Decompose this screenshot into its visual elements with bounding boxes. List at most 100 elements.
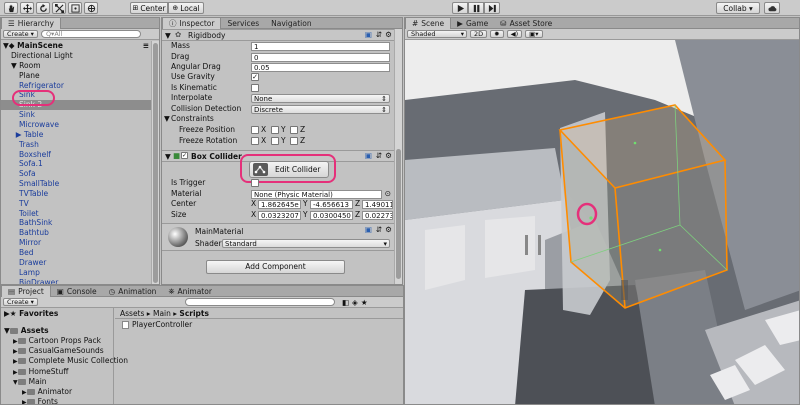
center-z-field[interactable]: 1.490116e [362, 200, 393, 209]
tab-scene[interactable]: # Scene [405, 18, 452, 29]
interpolate-dropdown[interactable]: None ⇕ [251, 94, 390, 103]
foldout-arrow-icon[interactable]: ▶ [22, 389, 27, 396]
audio-toggle[interactable]: ◀) [506, 30, 523, 38]
pause-button[interactable] [468, 2, 484, 14]
rect-tool-button[interactable] [68, 2, 82, 14]
freeze-position-z-checkbox[interactable] [290, 126, 298, 134]
collision-dropdown[interactable]: Discrete ⇕ [251, 104, 390, 114]
cloud-button[interactable] [764, 2, 780, 14]
freeze-position-y-checkbox[interactable] [271, 126, 279, 134]
tab-game[interactable]: ▶ Game [451, 18, 494, 29]
constraints-row[interactable]: ▼ Constraints [162, 114, 394, 125]
hierarchy-item[interactable]: Bathtub [1, 228, 151, 238]
rigidbody-field-input[interactable]: 0.05 [251, 63, 390, 72]
center-x-field[interactable]: 1.862645e [258, 200, 301, 209]
preset-icon[interactable]: ⇵ [376, 151, 382, 160]
tab-hierarchy[interactable]: ☰ Hierarchy [1, 18, 61, 29]
inspector-scroll-thumb[interactable] [396, 149, 401, 279]
lighting-toggle[interactable]: ✹ [490, 30, 504, 38]
favorite-star-icon[interactable]: ★ [361, 298, 368, 307]
physic-material-field[interactable]: None (Physic Material) [251, 189, 382, 199]
rigidbody-header[interactable]: ▼ ✿ Rigidbody ▣ ⇵ ⚙ [162, 29, 394, 41]
file-row-player-controller[interactable]: PlayerController [122, 320, 395, 330]
project-tree-item[interactable]: ▼ Main [1, 377, 105, 387]
foldout-arrow-icon[interactable]: ▼ [164, 114, 170, 125]
hierarchy-scroll-thumb[interactable] [153, 43, 158, 283]
box-collider-enabled-checkbox[interactable]: ✓ [181, 152, 188, 159]
space-local-toggle[interactable]: ⊕ Local [168, 2, 204, 14]
hierarchy-item[interactable]: Bed [1, 248, 151, 258]
hierarchy-item[interactable]: Sink [1, 110, 151, 120]
scene-viewport[interactable] [405, 40, 800, 405]
hierarchy-item[interactable]: TV [1, 199, 151, 209]
help-icon[interactable]: ▣ [365, 225, 372, 234]
tab-inspector[interactable]: ⓘ Inspector [162, 18, 222, 29]
hierarchy-scrollbar[interactable] [151, 41, 159, 284]
hierarchy-item[interactable]: ▼ Room [1, 61, 151, 71]
center-y-field[interactable]: -4.656613 [310, 200, 353, 209]
hierarchy-item[interactable]: Toilet [1, 209, 151, 219]
freeze-rotation-y-checkbox[interactable] [271, 137, 279, 145]
component-gear-icon[interactable]: ⚙ [385, 30, 392, 39]
hierarchy-item[interactable]: BigDrawer [1, 278, 151, 284]
breadcrumb-assets[interactable]: Assets [120, 309, 144, 318]
pivot-center-toggle[interactable]: ⊞ Center [130, 2, 168, 14]
foldout-arrow-icon[interactable]: ▼ [13, 379, 18, 386]
foldout-arrow-icon[interactable]: ▶ [13, 348, 18, 355]
hierarchy-item[interactable]: TVTable [1, 189, 151, 199]
foldout-arrow-icon[interactable]: ▶ [22, 399, 27, 404]
rigidbody-field-input[interactable]: 0 [251, 52, 390, 62]
project-create-button[interactable]: Create ▾ [3, 298, 38, 306]
foldout-arrow-icon[interactable]: ▶ [13, 358, 18, 365]
step-button[interactable] [484, 2, 500, 14]
size-x-field[interactable]: 0.0323207 [258, 210, 301, 220]
favorites-row[interactable]: ▶★ Favorites [4, 309, 105, 319]
project-tree-item[interactable]: ▶ HomeStuff [1, 367, 105, 377]
filter-label-icon[interactable]: ◈ [352, 298, 358, 307]
hierarchy-item[interactable]: Boxshelf [1, 150, 151, 160]
hierarchy-item[interactable]: Refrigerator [1, 81, 151, 91]
hierarchy-item[interactable]: Drawer [1, 258, 151, 268]
scale-tool-button[interactable] [52, 2, 66, 14]
is-trigger-checkbox[interactable] [251, 179, 259, 187]
project-search-input[interactable] [184, 298, 335, 306]
hierarchy-item[interactable]: SmallTable [1, 179, 151, 189]
breadcrumb-scripts[interactable]: Scripts [179, 309, 209, 318]
hierarchy-item[interactable]: BathSink [1, 218, 151, 228]
tab-animation[interactable]: ◷ Animation [103, 286, 163, 297]
hierarchy-item[interactable]: Microwave [1, 120, 151, 130]
hierarchy-item[interactable]: ▶ Table [1, 130, 151, 140]
inspector-scrollbar[interactable] [394, 29, 402, 284]
project-tree-item[interactable]: ▶ Cartoon Props Pack [1, 336, 105, 346]
effects-toggle[interactable]: ▣▾ [525, 30, 543, 38]
hierarchy-item[interactable]: Plane [1, 71, 151, 81]
size-y-field[interactable]: 0.0300450 [310, 210, 353, 220]
project-tree-item[interactable]: ▶ Animator [1, 387, 105, 397]
tab-navigation[interactable]: Navigation [265, 18, 317, 29]
assets-row[interactable]: ▼ Assets [4, 326, 105, 336]
is-kinematic-checkbox[interactable] [251, 83, 259, 92]
tab-animator[interactable]: ⛯ Animator [162, 286, 217, 297]
foldout-arrow-icon[interactable]: ▼ [165, 152, 171, 161]
hierarchy-item[interactable]: Directional Light [1, 51, 151, 61]
tab-console[interactable]: ▣ Console [51, 286, 103, 297]
scene-options-icon[interactable]: ≡ [143, 41, 149, 51]
shader-dropdown[interactable]: Standard ▾ [222, 239, 390, 248]
preset-icon[interactable]: ⇵ [376, 225, 382, 234]
freeze-rotation-x-checkbox[interactable] [251, 137, 259, 145]
tab-services[interactable]: Services [221, 18, 265, 29]
foldout-arrow-icon[interactable]: ▶ [13, 369, 18, 376]
project-tree-item[interactable]: ▶ Complete Music Collection [1, 356, 128, 366]
help-icon[interactable]: ▣ [365, 30, 372, 39]
foldout-arrow-icon[interactable]: ▶ [13, 338, 18, 345]
collab-button[interactable]: Collab ▾ [716, 2, 760, 14]
project-tree-item[interactable]: ▶ CasualGameSounds [1, 346, 105, 356]
breadcrumb-main[interactable]: Main [153, 309, 171, 318]
shading-mode-dropdown[interactable]: Shaded ▾ [407, 30, 467, 38]
freeze-rotation-z-checkbox[interactable] [290, 137, 298, 145]
component-gear-icon[interactable]: ⚙ [385, 151, 392, 160]
hierarchy-create-button[interactable]: Create ▾ [3, 30, 38, 38]
hierarchy-item[interactable]: Mirror [1, 238, 151, 248]
hierarchy-item[interactable]: Sofa.1 [1, 159, 151, 169]
component-gear-icon[interactable]: ⚙ [385, 225, 392, 234]
